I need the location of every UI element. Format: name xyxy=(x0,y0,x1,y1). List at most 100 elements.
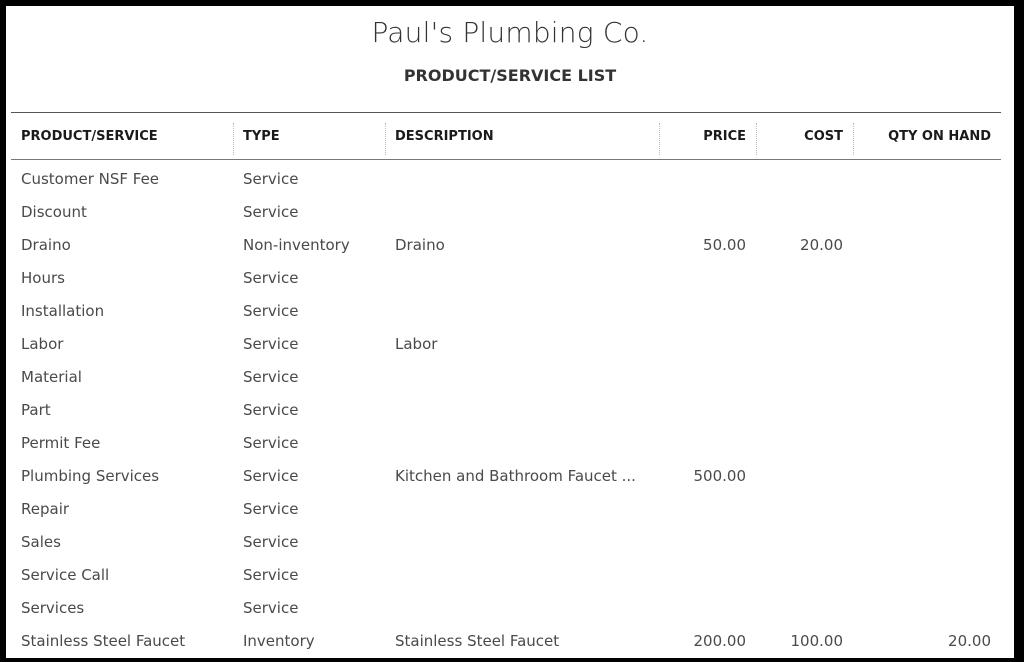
cell-qty-on-hand xyxy=(853,459,1001,492)
cell-price xyxy=(659,492,756,525)
cell-price xyxy=(659,360,756,393)
cell-price xyxy=(659,261,756,294)
cell-cost xyxy=(756,525,853,558)
cell-price xyxy=(659,327,756,360)
cell-description xyxy=(385,492,659,525)
cell-type: Service xyxy=(243,565,299,584)
cell-cost: 100.00 xyxy=(790,631,844,650)
cell-qty-on-hand xyxy=(853,426,1001,459)
cell-description xyxy=(385,525,659,558)
cell-product-service[interactable]: Part xyxy=(11,393,233,426)
table-row[interactable]: Plumbing Services Service Kitchen and Bath… xyxy=(11,459,1001,492)
cell-price xyxy=(659,525,756,558)
cell-qty-on-hand xyxy=(853,492,1001,525)
table-row[interactable]: Installation Service xyxy=(11,294,1001,327)
table-row[interactable]: Discount Service xyxy=(11,195,1001,228)
cell-type: Service xyxy=(243,268,299,287)
product-service-table: PRODUCT/SERVICE TYPE DESCRIPTION PRICE C… xyxy=(11,112,1001,657)
cell-qty-on-hand: 20.00 xyxy=(948,631,991,650)
cell-product-service[interactable]: Labor xyxy=(11,327,233,360)
cell-price xyxy=(659,591,756,624)
cell-type: Service xyxy=(243,202,299,221)
cell-product-service[interactable]: Services xyxy=(11,591,233,624)
cell-type: Service xyxy=(243,400,299,419)
column-header-qty-on-hand[interactable]: QTY ON HAND xyxy=(853,113,1001,160)
cell-price xyxy=(659,195,756,228)
column-header-product-service[interactable]: PRODUCT/SERVICE xyxy=(11,113,233,160)
cell-product-service[interactable]: Material xyxy=(11,360,233,393)
company-name: Paul's Plumbing Co. xyxy=(371,16,649,49)
table-row[interactable]: Services Service xyxy=(11,591,1001,624)
cell-description xyxy=(385,591,659,624)
cell-product-service[interactable]: Plumbing Services xyxy=(11,459,233,492)
report-page: Paul's Plumbing Co. PRODUCT/SERVICE LIST… xyxy=(6,6,1014,658)
cell-cost xyxy=(756,195,853,228)
table-row[interactable]: Repair Service xyxy=(11,492,1001,525)
table-row[interactable]: Hours Service xyxy=(11,261,1001,294)
cell-description xyxy=(385,360,659,393)
cell-cost xyxy=(756,591,853,624)
cell-product-service[interactable]: Customer NSF Fee xyxy=(11,160,233,196)
cell-type: Service xyxy=(243,598,299,617)
table-row[interactable]: Permit Fee Service xyxy=(11,426,1001,459)
cell-type: Service xyxy=(243,433,299,452)
column-header-type[interactable]: TYPE xyxy=(233,113,385,160)
cell-product-service[interactable]: Installation xyxy=(11,294,233,327)
cell-type: Service xyxy=(243,499,299,518)
table-header-row: PRODUCT/SERVICE TYPE DESCRIPTION PRICE C… xyxy=(11,112,1001,160)
table-row[interactable]: Sales Service xyxy=(11,525,1001,558)
cell-cost: 20.00 xyxy=(800,235,843,254)
cell-type: Non-inventory xyxy=(243,235,350,254)
cell-cost xyxy=(756,160,853,196)
column-header-cost[interactable]: COST xyxy=(756,113,853,160)
cell-cost xyxy=(756,261,853,294)
cell-product-service[interactable]: Draino xyxy=(11,228,233,261)
cell-product-service[interactable]: Service Call xyxy=(11,558,233,591)
cell-type: Service xyxy=(243,367,299,386)
cell-price xyxy=(659,294,756,327)
cell-price xyxy=(659,160,756,196)
cell-type: Service xyxy=(243,301,299,320)
cell-description: Labor xyxy=(395,334,438,353)
cell-cost xyxy=(756,492,853,525)
cell-qty-on-hand xyxy=(853,360,1001,393)
cell-type: Inventory xyxy=(243,631,315,650)
cell-cost xyxy=(756,327,853,360)
cell-description xyxy=(385,426,659,459)
table-row[interactable]: Service Call Service xyxy=(11,558,1001,591)
column-header-description[interactable]: DESCRIPTION xyxy=(385,113,659,160)
cell-price: 200.00 xyxy=(693,631,747,650)
cell-product-service[interactable]: Sales xyxy=(11,525,233,558)
table-row[interactable]: Draino Non-inventory Draino 50.00 20.00 xyxy=(11,228,1001,261)
cell-cost xyxy=(756,294,853,327)
cell-price xyxy=(659,393,756,426)
cell-qty-on-hand xyxy=(853,327,1001,360)
cell-cost xyxy=(756,393,853,426)
cell-product-service[interactable]: Repair xyxy=(11,492,233,525)
cell-description xyxy=(385,294,659,327)
column-header-price[interactable]: PRICE xyxy=(659,113,756,160)
cell-type: Service xyxy=(243,466,299,485)
report-title: PRODUCT/SERVICE LIST xyxy=(403,66,617,85)
cell-qty-on-hand xyxy=(853,591,1001,624)
cell-qty-on-hand xyxy=(853,261,1001,294)
table-row[interactable]: Material Service xyxy=(11,360,1001,393)
cell-qty-on-hand xyxy=(853,160,1001,196)
cell-product-service[interactable]: Permit Fee xyxy=(11,426,233,459)
cell-description xyxy=(385,558,659,591)
cell-price: 50.00 xyxy=(703,235,746,254)
table-row[interactable]: Labor Service Labor xyxy=(11,327,1001,360)
cell-description xyxy=(385,393,659,426)
cell-qty-on-hand xyxy=(853,393,1001,426)
cell-product-service[interactable]: Discount xyxy=(11,195,233,228)
cell-type: Service xyxy=(243,169,299,188)
cell-price: 500.00 xyxy=(693,466,747,485)
cell-cost xyxy=(756,360,853,393)
table-row[interactable]: Customer NSF Fee Service xyxy=(11,160,1001,196)
table-row[interactable]: Part Service xyxy=(11,393,1001,426)
cell-product-service[interactable]: Stainless Steel Faucet xyxy=(11,624,233,657)
cell-qty-on-hand xyxy=(853,195,1001,228)
cell-description: Stainless Steel Faucet xyxy=(395,631,560,650)
table-row[interactable]: Stainless Steel Faucet Inventory Stainless… xyxy=(11,624,1001,657)
cell-product-service[interactable]: Hours xyxy=(11,261,233,294)
